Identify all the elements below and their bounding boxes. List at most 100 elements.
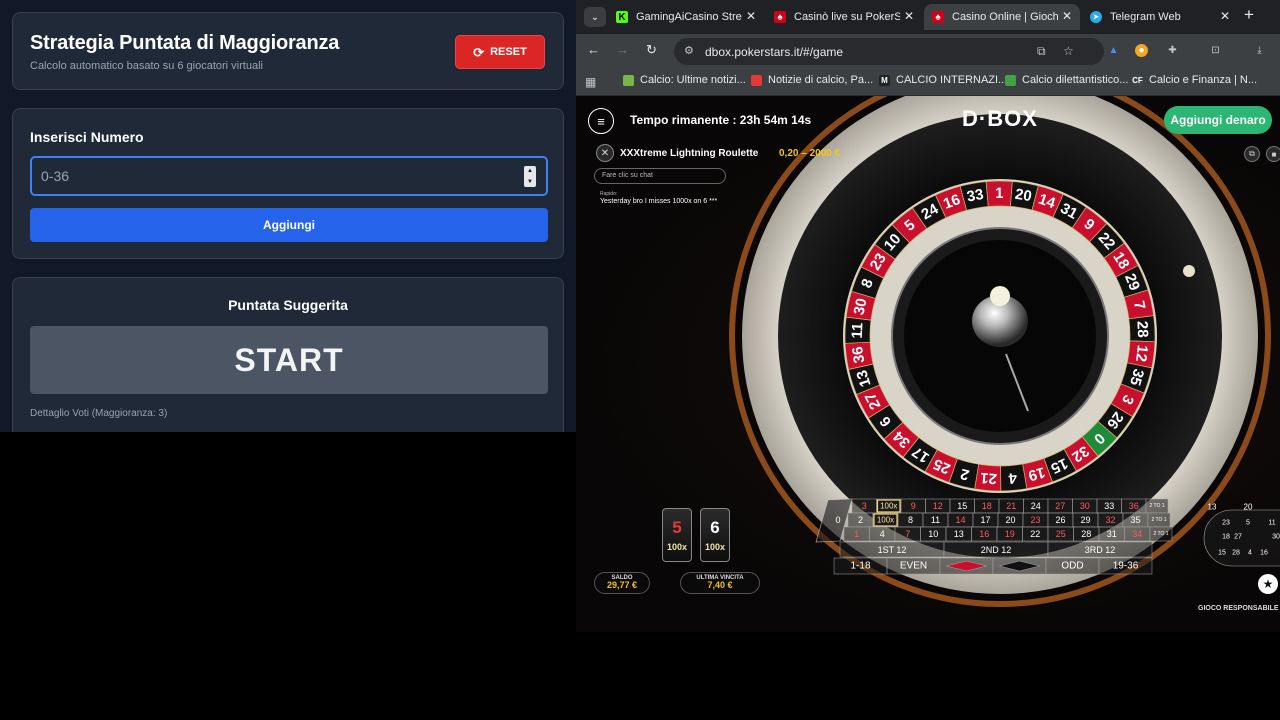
- multiplier-label: 100x: [877, 516, 894, 525]
- cf-icon: CF: [1132, 74, 1143, 86]
- outside-bet-label: EVEN: [900, 561, 927, 572]
- site-info-icon[interactable]: ⚙: [684, 44, 694, 57]
- time-remaining: Tempo rimanente : 23h 54m 14s: [630, 113, 812, 127]
- input-section-label: Inserisci Numero: [30, 129, 144, 145]
- racetrack-number[interactable]: 20: [1244, 503, 1253, 512]
- address-bar[interactable]: ⚙ dbox.pokerstars.it/#/game ⧉ ☆: [674, 38, 1104, 65]
- lucky-multiplier: 100x: [704, 541, 726, 552]
- racetrack-number[interactable]: 27: [1234, 534, 1242, 541]
- browser-tab[interactable]: ♠ Casinò live su PokerSt ✕: [766, 4, 922, 30]
- bet-cell-number: 25: [1056, 529, 1066, 539]
- menu-icon[interactable]: ≡: [588, 108, 614, 134]
- stepper-down-icon[interactable]: ▼: [527, 179, 533, 185]
- racetrack-number[interactable]: 16: [1260, 550, 1268, 557]
- add-button[interactable]: Aggiungi: [30, 208, 548, 242]
- favorites-star-icon[interactable]: ★: [1258, 574, 1278, 594]
- tab-label: GamingAiCasino Strea: [636, 11, 742, 23]
- bet-cell-number: 31: [1107, 529, 1117, 539]
- racetrack-outline[interactable]: [1203, 509, 1280, 567]
- bet-cell-number: 4: [880, 529, 885, 539]
- bet-cell-number: 11: [931, 515, 940, 525]
- balance-value: 29,77 €: [606, 580, 638, 591]
- close-tab-icon[interactable]: ✕: [904, 9, 914, 23]
- racetrack-number[interactable]: 11: [1268, 520, 1275, 527]
- bet-cell-number: 13: [954, 529, 964, 539]
- strategy-app: Strategia Puntata di Maggioranza Calcolo…: [0, 0, 576, 432]
- racetrack-number[interactable]: 13: [1208, 503, 1217, 512]
- wheel-number: 33: [966, 186, 985, 206]
- dbox-logo: D·BOX: [962, 106, 1038, 131]
- add-money-button[interactable]: Aggiungi denaro: [1164, 106, 1272, 134]
- download-icon[interactable]: ⤓: [1253, 44, 1266, 57]
- bet-cell-number: 27: [1055, 501, 1065, 511]
- chat-input[interactable]: Fare clic su chat: [594, 168, 726, 184]
- stepper-up-icon[interactable]: ▲: [527, 168, 533, 174]
- suggestion-title: Puntata Suggerita: [228, 297, 348, 313]
- racetrack-number[interactable]: 30: [1272, 534, 1280, 541]
- video-icon[interactable]: ■: [1266, 146, 1280, 162]
- bet-cell-number: 8: [908, 515, 913, 525]
- pokerstars-icon: ♠: [774, 11, 786, 23]
- forward-icon[interactable]: →: [616, 43, 629, 56]
- bookmark-star-icon[interactable]: ☆: [1063, 44, 1074, 58]
- new-tab-icon[interactable]: +: [1244, 6, 1254, 23]
- bookmark-item[interactable]: Calcio: Ultime notizi...: [623, 74, 746, 86]
- browser-tab[interactable]: ➤ Telegram Web ✕: [1082, 4, 1238, 30]
- bet-cell-number: 23: [1030, 515, 1040, 525]
- close-tab-icon[interactable]: ✕: [1062, 9, 1072, 23]
- extension-drop-icon[interactable]: ▲: [1107, 44, 1120, 57]
- extension-orange-icon[interactable]: ●: [1135, 44, 1148, 57]
- close-tab-icon[interactable]: ✕: [746, 9, 756, 23]
- number-stepper[interactable]: ▲ ▼: [524, 166, 536, 187]
- bet-cell-number: 29: [1080, 515, 1090, 525]
- bookmark-label: Calcio dilettantistico...: [1022, 74, 1129, 86]
- tab-search-icon[interactable]: ⌄: [584, 7, 606, 27]
- racetrack-number[interactable]: 15: [1218, 550, 1226, 557]
- bet-cell-number: 2: [858, 515, 863, 525]
- bet-cell-number: 33: [1104, 501, 1114, 511]
- screenshot-icon[interactable]: ⊡: [1209, 44, 1222, 57]
- bookmark-item[interactable]: Calcio dilettantistico...: [1005, 74, 1128, 86]
- roulette-game: 0 32 15 19 4 21 2 25 17 34 6 27 13 36 11 30 8 23 10 5 24 16 33…: [576, 96, 1280, 632]
- close-game-icon[interactable]: ✕: [596, 144, 614, 162]
- racetrack-number[interactable]: 5: [1246, 520, 1250, 527]
- bet-cell-number: 10: [928, 529, 938, 539]
- browser-toolbar: ← → ↻ ⚙ dbox.pokerstars.it/#/game ⧉ ☆ ▲ …: [576, 34, 1280, 68]
- browser-tab[interactable]: ♠ Casino Online | Giochi ✕: [924, 4, 1080, 30]
- racetrack-number[interactable]: 23: [1222, 520, 1230, 527]
- racetrack-number[interactable]: 4: [1248, 550, 1252, 557]
- betting-table[interactable]: 03691215182124273033362 TO 1258111417202…: [815, 498, 1173, 575]
- bookmark-item[interactable]: CF Calcio e Finanza | N...: [1132, 74, 1257, 86]
- racetrack-number[interactable]: 18: [1222, 534, 1230, 541]
- wheel-number: 36: [849, 345, 868, 364]
- number-input[interactable]: [30, 156, 548, 196]
- header-card: Strategia Puntata di Maggioranza Calcolo…: [12, 12, 564, 90]
- cast-icon[interactable]: ⧉: [1037, 44, 1046, 59]
- reset-button[interactable]: ⟳ RESET: [455, 35, 545, 69]
- bookmark-item[interactable]: M CALCIO INTERNAZI...: [879, 74, 1007, 86]
- picture-in-picture-icon[interactable]: ⧉: [1244, 146, 1260, 162]
- bookmark-label: Notizie di calcio, Pa...: [768, 74, 874, 86]
- bet-cell-number: 9: [911, 501, 916, 511]
- browser-tab[interactable]: K GamingAiCasino Strea ✕: [608, 4, 764, 30]
- wheel-turret-knob: [990, 286, 1010, 306]
- racetrack-number[interactable]: 28: [1232, 550, 1240, 557]
- bookmark-item[interactable]: Notizie di calcio, Pa...: [751, 74, 873, 86]
- dozen-label: 3RD 12: [1085, 545, 1116, 555]
- wheel-number: 11: [849, 322, 867, 339]
- page-title: Strategia Puntata di Maggioranza: [30, 32, 340, 54]
- lucky-number: 5: [672, 517, 682, 537]
- apps-grid-icon[interactable]: ▦: [585, 75, 596, 89]
- bet-cell-number: 19: [1005, 529, 1015, 539]
- racetrack[interactable]: 13 20 23 5 11 18 27 15 28 4 16 30: [1203, 503, 1280, 567]
- back-icon[interactable]: ←: [587, 43, 600, 56]
- bet-cell-number: 7: [905, 529, 910, 539]
- close-tab-icon[interactable]: ✕: [1220, 9, 1230, 23]
- bet-cell-number: 12: [933, 501, 943, 511]
- bet-cell-number: 16: [979, 529, 989, 539]
- reload-icon[interactable]: ↻: [646, 43, 657, 56]
- responsible-gaming-label: GIOCO RESPONSABILE: [1198, 605, 1279, 612]
- tab-label: Telegram Web: [1110, 11, 1181, 23]
- bet-cell-number: 34: [1132, 529, 1142, 539]
- extensions-puzzle-icon[interactable]: ✚: [1166, 44, 1179, 57]
